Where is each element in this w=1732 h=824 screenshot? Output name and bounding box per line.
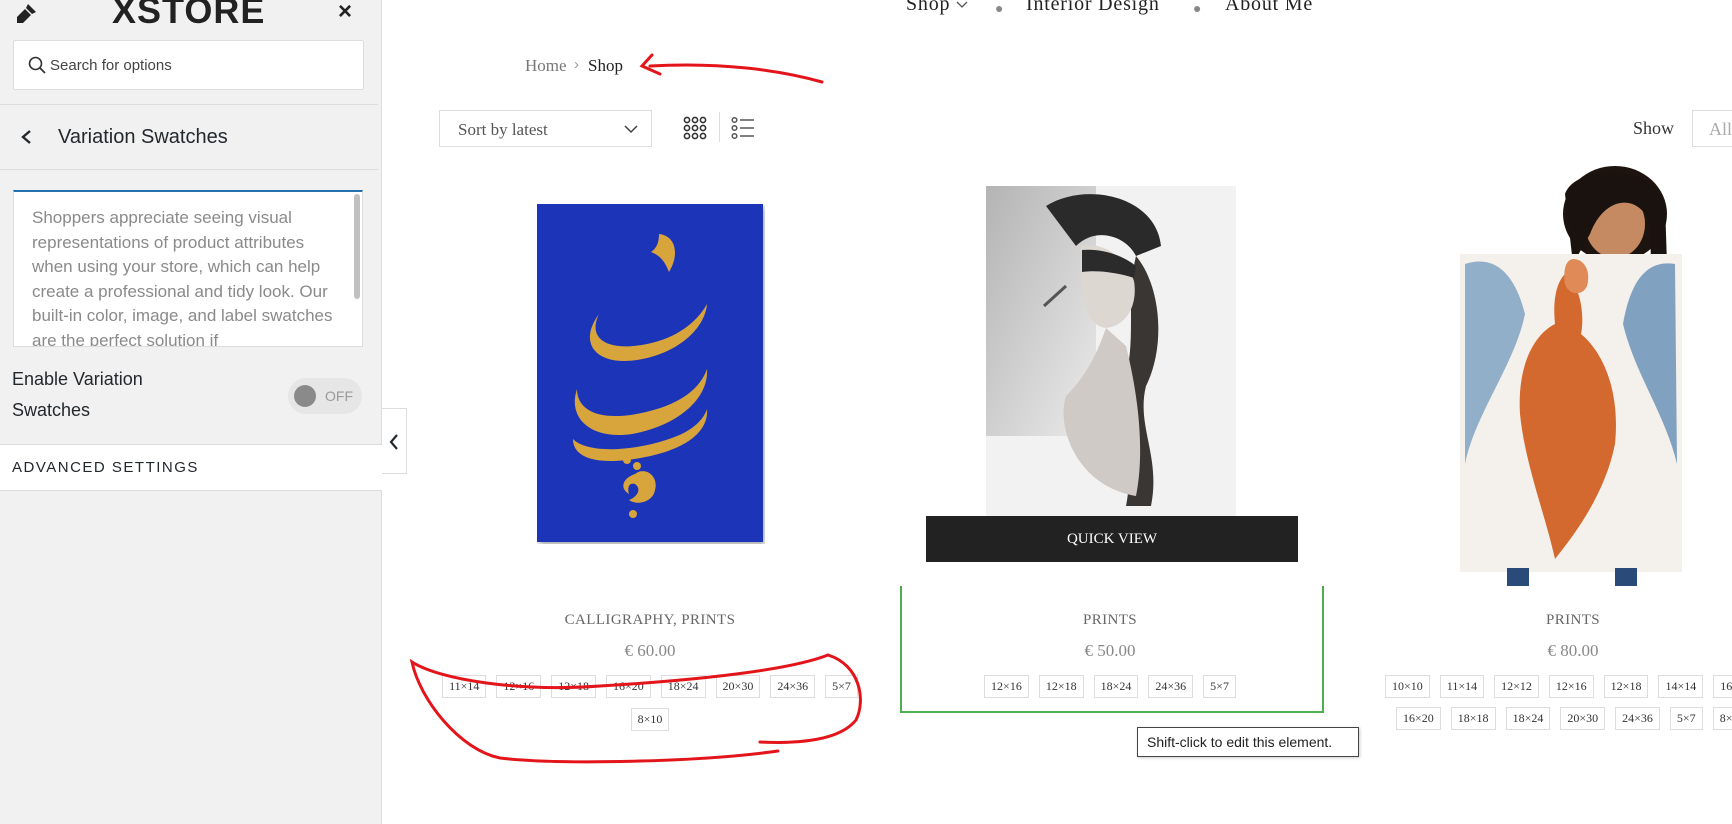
size-swatch[interactable]: 16×20: [605, 675, 651, 698]
product-price: € 50.00: [1084, 641, 1136, 660]
breadcrumb-separator: ›: [574, 56, 579, 73]
size-swatch[interactable]: 18×24: [1093, 675, 1139, 698]
section-title: Variation Swatches: [58, 126, 228, 148]
toggle-knob: [294, 385, 316, 407]
enable-swatches-label: Enable Variation Swatches: [12, 364, 143, 426]
size-swatch[interactable]: 12×12: [1494, 675, 1539, 698]
size-swatch[interactable]: 20×30: [715, 675, 761, 698]
quick-view-button[interactable]: QUICK VIEW: [926, 516, 1298, 562]
product-image-ink-portrait[interactable]: [986, 186, 1236, 516]
advanced-settings-section[interactable]: ADVANCED SETTINGS: [0, 444, 382, 491]
size-swatch[interactable]: 16: [1713, 675, 1732, 698]
nav-separator: ●: [995, 0, 1004, 16]
size-swatch[interactable]: 5×7: [825, 675, 858, 698]
size-swatch[interactable]: 10×10: [1385, 675, 1430, 698]
product-image-watercolor[interactable]: [1455, 164, 1685, 586]
list-view-icon[interactable]: [731, 116, 755, 140]
nav-separator: ●: [1193, 0, 1202, 16]
size-swatch[interactable]: 12×16: [1548, 675, 1594, 698]
size-swatch[interactable]: 24×36: [1615, 707, 1660, 730]
product-price: € 60.00: [624, 641, 676, 660]
size-swatch[interactable]: 20×30: [1560, 707, 1606, 730]
description-textarea[interactable]: Shoppers appreciate seeing visual repres…: [13, 190, 363, 347]
collapse-arrow-icon: [389, 434, 398, 450]
chevron-down-icon: [956, 1, 968, 8]
toggle-state-text: OFF: [325, 388, 353, 404]
breadcrumb-home[interactable]: Home: [525, 56, 567, 76]
size-swatch[interactable]: 8×: [1712, 707, 1732, 730]
enable-label-line: Swatches: [12, 400, 91, 420]
size-swatch[interactable]: 11×14: [1439, 675, 1485, 698]
size-swatch[interactable]: 11×14: [442, 675, 487, 698]
size-swatch[interactable]: 12×16: [984, 675, 1029, 698]
nav-shop[interactable]: Shop: [906, 0, 968, 16]
size-swatch[interactable]: 12×16: [496, 675, 542, 698]
view-divider: [719, 112, 720, 142]
nav-shop-label: Shop: [906, 0, 951, 15]
close-icon[interactable]: ×: [338, 0, 352, 26]
breadcrumb-current: Shop: [588, 56, 623, 75]
product-price: € 80.00: [1547, 641, 1599, 660]
sort-select-value: Sort by latest: [458, 120, 548, 139]
chevron-left-icon[interactable]: [14, 123, 40, 151]
annotation-arrow: [639, 53, 824, 84]
size-swatch[interactable]: 5×7: [1203, 675, 1236, 698]
swatch-list: 11×14 12×16 12×18 16×20 18×24 20×30 24×3…: [440, 675, 860, 731]
swatch-list: 12×16 12×18 18×24 24×36 5×7: [910, 675, 1310, 698]
edit-tooltip: Shift-click to edit this element.: [1137, 727, 1359, 757]
size-swatch[interactable]: 24×36: [1148, 675, 1194, 698]
collapse-sidebar-button[interactable]: [382, 408, 407, 474]
show-select[interactable]: All: [1692, 110, 1732, 147]
size-swatch[interactable]: 12×18: [1603, 675, 1649, 698]
show-label: Show: [1633, 118, 1675, 138]
size-swatch[interactable]: 16×20: [1396, 707, 1441, 730]
size-swatch[interactable]: 24×36: [770, 675, 816, 698]
chevron-down-icon: [624, 125, 638, 134]
size-swatch[interactable]: 18×18: [1450, 707, 1496, 730]
xstore-logo: XSTORE: [112, 0, 266, 31]
brush-icon[interactable]: [14, 2, 38, 24]
nav-about-me[interactable]: About Me: [1225, 0, 1313, 16]
size-swatch[interactable]: 12×18: [551, 675, 596, 698]
size-swatch[interactable]: 18×24: [660, 675, 706, 698]
product-image-calligraphy[interactable]: [537, 204, 765, 544]
product-category[interactable]: CALLIGRAPHY, PRINTS: [500, 612, 800, 629]
size-swatch[interactable]: 5×7: [1669, 707, 1703, 730]
show-select-value: All: [1709, 119, 1732, 139]
swatch-list: 10×10 11×14 12×12 12×16 12×18 14×14 16: [1385, 675, 1732, 698]
enable-label-line: Enable Variation: [12, 369, 143, 389]
size-swatch[interactable]: 8×10: [630, 708, 670, 731]
description-scrollbar[interactable]: [354, 194, 360, 299]
grid-view-icon[interactable]: [683, 116, 707, 140]
product-category[interactable]: PRINTS: [1423, 612, 1723, 629]
size-swatch[interactable]: 14×14: [1658, 675, 1704, 698]
section-header: Variation Swatches: [0, 104, 378, 170]
product-category[interactable]: PRINTS: [960, 612, 1260, 629]
enable-swatches-toggle[interactable]: OFF: [288, 378, 362, 414]
sort-select[interactable]: Sort by latest: [439, 110, 652, 147]
size-swatch[interactable]: 12×18: [1038, 675, 1084, 698]
nav-interior-design[interactable]: Interior Design: [1026, 0, 1160, 16]
customizer-sidebar: XSTORE × Variation Swatches Shoppers app…: [0, 0, 382, 824]
description-text: Shoppers appreciate seeing visual repres…: [32, 208, 333, 347]
search-input[interactable]: [50, 41, 350, 89]
swatch-list: 16×20 18×18 18×24 20×30 24×36 5×7 8×: [1396, 707, 1732, 730]
size-swatch[interactable]: 18×24: [1505, 707, 1551, 730]
search-icon: [28, 56, 46, 74]
search-field[interactable]: [13, 40, 364, 90]
